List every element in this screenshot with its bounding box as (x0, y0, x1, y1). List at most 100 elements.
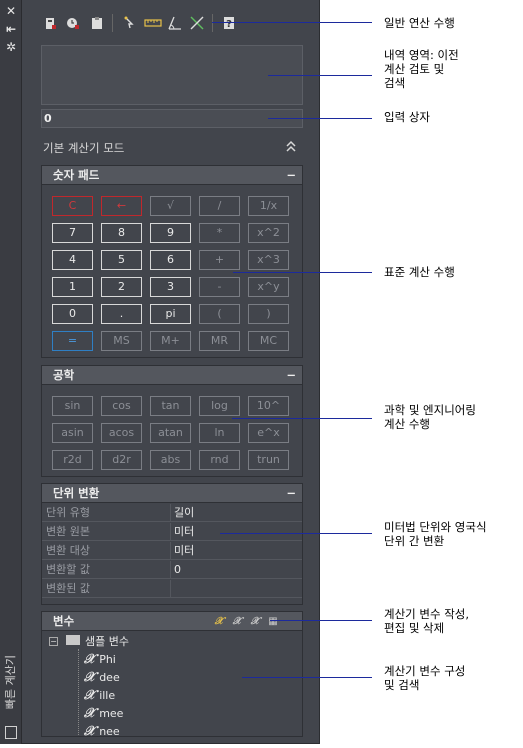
unit-row-label: 변환된 값 (46, 582, 90, 595)
close-icon[interactable]: ✕ (3, 4, 19, 18)
callout-text: 계산기 변수 구성 및 검색 (384, 664, 466, 692)
numpad-button[interactable]: MS (101, 331, 142, 351)
scientific-button[interactable]: sin (52, 396, 93, 416)
folder-icon (65, 635, 80, 645)
scientific-button[interactable]: ln (199, 423, 240, 443)
unit-row[interactable]: 변환된 값 (42, 580, 302, 598)
numpad-header[interactable]: 숫자 패드 − (42, 166, 302, 185)
clear-history-icon[interactable] (66, 16, 80, 30)
callout-text: 내역 영역: 이전 계산 검토 및 검색 (384, 48, 459, 90)
clear-icon[interactable] (44, 16, 58, 30)
get-coordinates-icon[interactable] (122, 16, 136, 30)
input-box[interactable]: 0 (41, 109, 303, 128)
units-header[interactable]: 단위 변환 − (42, 484, 302, 503)
new-variable-icon[interactable]: 𝒳 (213, 616, 225, 628)
distance-icon[interactable] (144, 16, 162, 30)
variable-item[interactable]: 𝒳mee (84, 707, 123, 721)
scientific-button[interactable]: rnd (199, 450, 240, 470)
properties-icon[interactable]: ✲ (3, 40, 19, 54)
numpad-button[interactable]: 0 (52, 304, 93, 324)
numpad-button[interactable]: 1/x (248, 196, 289, 216)
numpad-button[interactable]: + (199, 250, 240, 270)
calculator-icon[interactable]: ▦ (267, 616, 279, 628)
numpad-button[interactable]: / (199, 196, 240, 216)
palette-titlebar: ✕ ⇤ ✲ 빠른 계산기 (0, 0, 22, 744)
numpad-button[interactable]: x^2 (248, 223, 289, 243)
collapse-icon[interactable]: − (286, 366, 296, 384)
numpad-button[interactable]: 7 (52, 223, 93, 243)
variable-icon: 𝒳 (84, 670, 96, 685)
scientific-button[interactable]: r2d (52, 450, 93, 470)
scientific-button[interactable]: abs (150, 450, 191, 470)
numpad-button[interactable]: x^y (248, 277, 289, 297)
numpad-button[interactable]: M+ (150, 331, 191, 351)
numpad-button[interactable]: x^3 (248, 250, 289, 270)
numpad-button[interactable]: C (52, 196, 93, 216)
scientific-header[interactable]: 공학 − (42, 366, 302, 385)
collapse-chevron-icon[interactable] (284, 140, 298, 152)
unit-row-value[interactable]: 길이 (174, 504, 194, 521)
scientific-button[interactable]: trun (248, 450, 289, 470)
scientific-button[interactable]: d2r (101, 450, 142, 470)
numpad-button[interactable]: = (52, 331, 93, 351)
callout-line (242, 677, 372, 678)
numpad-button[interactable]: ( (199, 304, 240, 324)
unit-row[interactable]: 변환 대상 미터 (42, 542, 302, 560)
history-area[interactable] (41, 45, 303, 105)
variables-title: 변수 (53, 614, 75, 628)
palette-title: 빠른 계산기 (4, 654, 17, 710)
variable-item[interactable]: 𝒳ille (84, 689, 115, 703)
tree-category[interactable]: − 샘플 변수 (49, 635, 129, 649)
numpad-button[interactable]: MR (199, 331, 240, 351)
scientific-button[interactable]: acos (101, 423, 142, 443)
numpad-button[interactable]: 9 (150, 223, 191, 243)
scientific-button[interactable]: cos (101, 396, 142, 416)
collapse-icon[interactable]: − (286, 484, 296, 502)
scientific-button[interactable]: asin (52, 423, 93, 443)
numpad-button[interactable]: 8 (101, 223, 142, 243)
numpad-button[interactable]: ) (248, 304, 289, 324)
callout-line (232, 418, 372, 419)
unit-row-label: 변환 원본 (46, 525, 90, 538)
numpad-button[interactable]: 6 (150, 250, 191, 270)
scientific-button[interactable]: log (199, 396, 240, 416)
intersection-icon[interactable] (190, 16, 204, 30)
numpad-button[interactable]: MC (248, 331, 289, 351)
numpad-button[interactable]: 5 (101, 250, 142, 270)
numpad-button[interactable]: - (199, 277, 240, 297)
quickcalc-panel: ? 0 기본 계산기 모드 숫자 패드 − C ← √ / 1/x 7 8 9 * x^2 4 5 6 +… (22, 0, 320, 744)
unit-row-value[interactable]: 미터 (174, 542, 194, 559)
callout-line (233, 272, 372, 273)
scientific-button[interactable]: 10^ (248, 396, 289, 416)
numpad-button[interactable]: . (101, 304, 142, 324)
paste-icon[interactable] (90, 16, 104, 30)
unit-row[interactable]: 단위 유형 길이 (42, 504, 302, 522)
numpad-button[interactable]: √ (150, 196, 191, 216)
numpad-button[interactable]: pi (150, 304, 191, 324)
numpad-button[interactable]: ← (101, 196, 142, 216)
edit-variable-icon[interactable]: 𝒳 (231, 616, 243, 628)
variable-item[interactable]: 𝒳 Phi (84, 653, 116, 667)
tree-toggle[interactable]: − (49, 637, 58, 646)
variable-name: dee (99, 671, 120, 684)
numpad-button[interactable]: * (199, 223, 240, 243)
variable-icon: 𝒳 (84, 688, 96, 703)
angle-icon[interactable] (168, 16, 182, 30)
variable-item[interactable]: 𝒳nee (84, 725, 120, 737)
delete-variable-icon[interactable]: 𝒳 (249, 616, 261, 628)
unit-row[interactable]: 변환할 값 0 (42, 561, 302, 579)
scientific-button[interactable]: e^x (248, 423, 289, 443)
auto-hide-icon[interactable]: ⇤ (3, 22, 19, 36)
unit-row[interactable]: 변환 원본 미터 (42, 523, 302, 541)
help-icon[interactable]: ? (222, 16, 236, 30)
variable-item[interactable]: 𝒳dee (84, 671, 120, 685)
numpad-button[interactable]: 4 (52, 250, 93, 270)
scientific-button[interactable]: atan (150, 423, 191, 443)
numpad-button[interactable]: 1 (52, 277, 93, 297)
unit-row-value[interactable]: 미터 (174, 523, 194, 540)
unit-row-value[interactable]: 0 (174, 561, 181, 578)
numpad-button[interactable]: 2 (101, 277, 142, 297)
numpad-button[interactable]: 3 (150, 277, 191, 297)
collapse-icon[interactable]: − (286, 166, 296, 184)
scientific-button[interactable]: tan (150, 396, 191, 416)
